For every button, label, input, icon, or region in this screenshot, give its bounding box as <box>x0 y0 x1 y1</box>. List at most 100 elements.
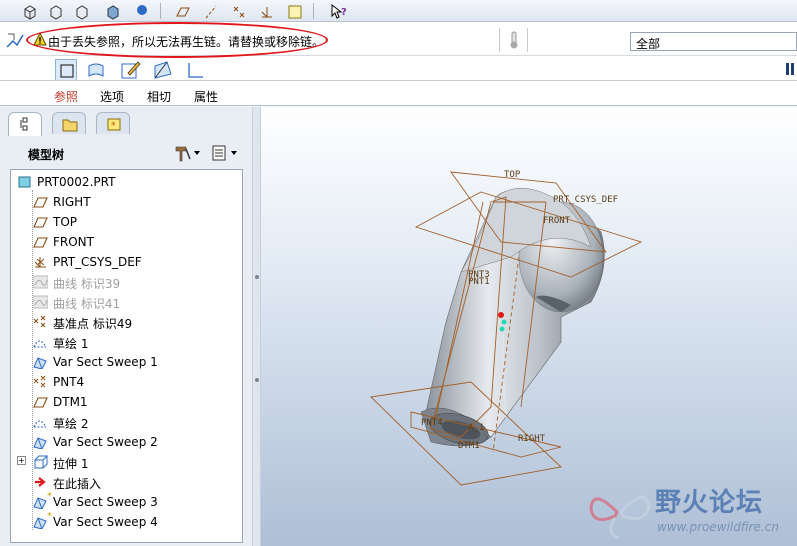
tree-item[interactable]: Var Sect Sweep 2 <box>11 432 242 452</box>
tree-item[interactable]: TOP <box>11 212 242 232</box>
view-wireframe-button[interactable] <box>46 2 64 20</box>
datum-axis-toggle-button[interactable] <box>201 2 219 20</box>
tree-item-label: FRONT <box>53 235 94 249</box>
datum-point-icon <box>33 315 46 328</box>
toolbar-separator <box>160 3 161 19</box>
tree-item[interactable]: 在此插入 <box>11 472 242 492</box>
tree-item[interactable]: 曲线 标识39 <box>11 272 242 292</box>
view-shading-button[interactable] <box>103 2 121 20</box>
csys-icon <box>34 257 46 268</box>
sketch-button[interactable] <box>119 59 141 81</box>
svg-text:*: * <box>111 121 116 131</box>
tree-item[interactable]: RIGHT <box>11 192 242 212</box>
insert-arrow-icon <box>35 477 46 487</box>
tree-item-label: Var Sect Sweep 4 <box>53 515 158 529</box>
tree-item[interactable]: FRONT <box>11 232 242 252</box>
thermometer-icon <box>510 31 518 49</box>
plane-section-button[interactable] <box>152 59 174 81</box>
pointer-help-icon: ? <box>331 3 347 19</box>
tree-toolbar[interactable] <box>173 143 243 163</box>
datum-label-front: FRONT <box>543 216 571 226</box>
datum-point-icon <box>233 6 245 18</box>
tree-item-label: 曲线 标识39 <box>53 277 121 291</box>
extrude-icon <box>34 455 48 469</box>
tree-item-label: PRT0002.PRT <box>37 175 116 189</box>
view-hidden-button[interactable] <box>72 2 90 20</box>
datum-plane-icon <box>33 237 48 248</box>
tree-item[interactable]: 草绘 2 <box>11 412 242 432</box>
sweep-icon <box>33 437 47 449</box>
sketch-icon <box>33 340 47 348</box>
tree-item[interactable]: 基准点 标识49 <box>11 312 242 332</box>
wireframe-cube-icon <box>50 5 62 20</box>
context-help-button[interactable]: ? <box>328 2 347 20</box>
chain-reference-icon[interactable] <box>5 31 25 51</box>
tree-item[interactable]: Var Sect Sweep 1 <box>11 352 242 372</box>
sphere-icon <box>137 5 147 15</box>
datum-label-pnt1: PNT1 <box>468 277 490 287</box>
tree-item-label: DTM1 <box>53 395 88 409</box>
tree-item-label: PRT_CSYS_DEF <box>53 255 142 269</box>
tree-root-item[interactable]: PRT0002.PRT <box>11 172 242 192</box>
highlight-ellipse <box>26 22 328 58</box>
tree-item-label: 草绘 2 <box>53 417 89 431</box>
tab-references[interactable]: 参照 <box>54 88 78 105</box>
curve-chain-button[interactable] <box>55 59 77 81</box>
tab-model-tree[interactable] <box>8 112 42 136</box>
datum-axis-icon <box>205 5 217 19</box>
favorites-icon: * <box>107 118 121 131</box>
point-marker <box>499 326 505 332</box>
tree-item[interactable]: DTM1 <box>11 392 242 412</box>
tree-item-label: RIGHT <box>53 195 91 209</box>
curve-icon <box>33 295 48 309</box>
model-tree-header: 模型树 <box>8 141 246 167</box>
datum-label-csys: PRT_CSYS_DEF <box>553 195 618 205</box>
annotation-icon <box>288 5 302 19</box>
csys-toggle-button[interactable] <box>257 2 275 20</box>
datum-point-icon <box>33 375 46 388</box>
tree-item[interactable]: 曲线 标识41 <box>11 292 242 312</box>
annotation-toggle-button[interactable] <box>285 2 303 20</box>
tab-options[interactable]: 选项 <box>100 88 124 105</box>
tab-folder-browser[interactable] <box>52 112 86 134</box>
watermark: 野火论坛 www.proewildfire.cn <box>585 478 797 546</box>
datum-point-toggle-button[interactable] <box>229 2 247 20</box>
tree-item[interactable]: * Var Sect Sweep 3 <box>11 491 242 512</box>
tree-tools <box>173 143 243 166</box>
selected-point <box>498 312 504 318</box>
surface-button[interactable] <box>85 59 107 81</box>
tab-favorites[interactable]: * <box>96 112 130 134</box>
sketch-icon <box>33 420 47 428</box>
sketch-pencil-icon <box>121 61 141 79</box>
datum-plane-toggle-button[interactable] <box>173 2 191 20</box>
orthogonal-button[interactable] <box>185 59 207 81</box>
tree-item-label: 草绘 1 <box>53 337 89 351</box>
tree-item[interactable]: 草绘 1 <box>11 332 242 352</box>
point-marker <box>501 319 507 325</box>
datum-label-axis: A_1 <box>468 423 484 433</box>
part-geometry <box>420 187 605 447</box>
svg-text:?: ? <box>341 7 347 18</box>
orthogonal-icon <box>188 63 203 78</box>
expand-icon[interactable]: + <box>17 456 26 465</box>
tree-item[interactable]: PNT4 <box>11 372 242 392</box>
tree-item[interactable]: PRT_CSYS_DEF <box>11 252 242 272</box>
sweep-icon <box>33 517 47 529</box>
watermark-logo <box>589 495 651 540</box>
tree-item[interactable]: + 拉伸 1 <box>11 452 242 472</box>
filter-select[interactable]: 全部 <box>630 32 797 51</box>
view-sphere-button[interactable] <box>132 2 150 20</box>
datum-plane-icon <box>176 7 190 17</box>
tab-tangency[interactable]: 相切 <box>147 88 171 105</box>
model-tree-title: 模型树 <box>28 148 65 162</box>
separator <box>0 80 797 81</box>
tab-properties[interactable]: 属性 <box>194 88 218 105</box>
failed-marker-icon: * <box>47 511 52 522</box>
view-isometric-button[interactable] <box>20 2 38 20</box>
tree-item-label: TOP <box>53 215 78 229</box>
pause-icon[interactable] <box>786 63 794 75</box>
main-toolbar: ? <box>0 0 797 22</box>
shaded-cube-icon <box>107 5 119 20</box>
pane-splitter[interactable] <box>252 107 261 546</box>
tree-item[interactable]: * Var Sect Sweep 4 <box>11 511 242 532</box>
